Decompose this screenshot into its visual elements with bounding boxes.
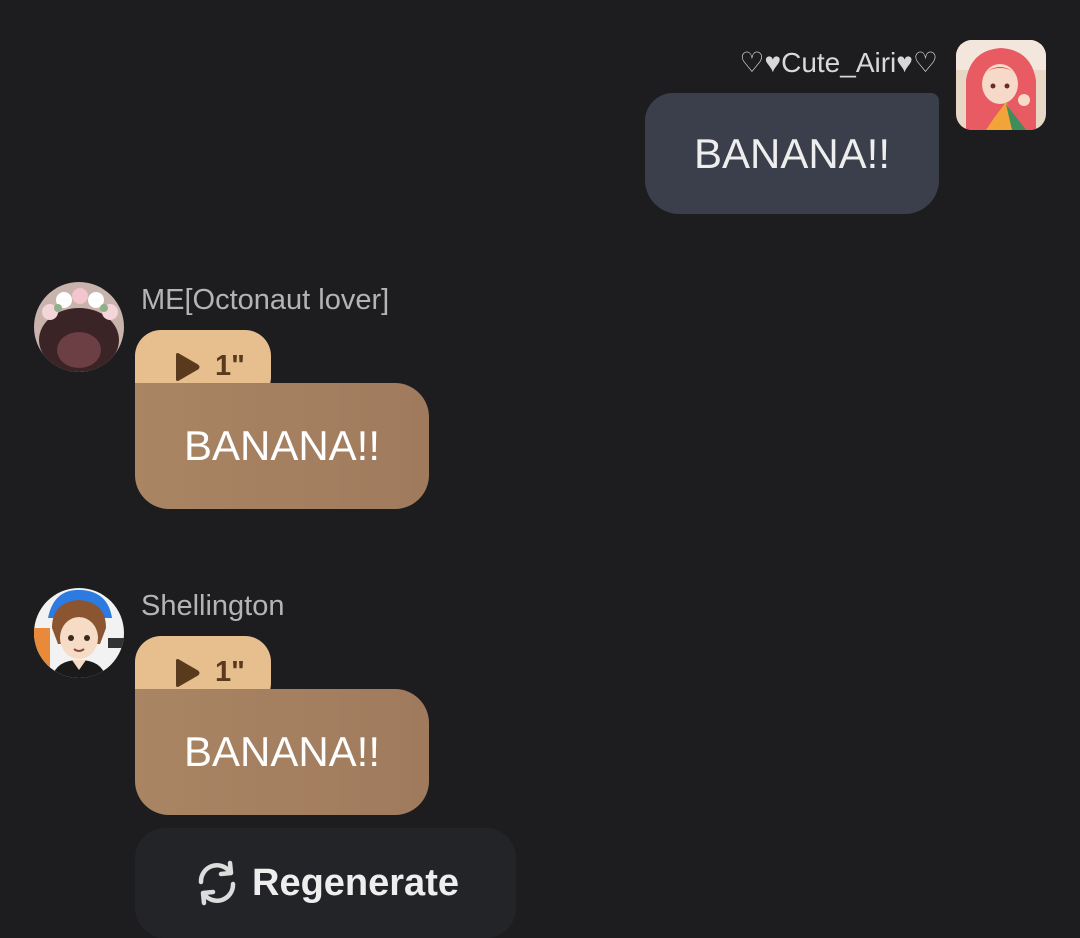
- incoming-message-bubble[interactable]: BANANA!!: [135, 383, 429, 509]
- outgoing-message-bubble[interactable]: BANANA!!: [645, 93, 939, 214]
- character-name: Shellington: [141, 590, 285, 622]
- incoming-message-bubble[interactable]: BANANA!!: [135, 689, 429, 815]
- voice-duration: 1": [215, 656, 245, 688]
- play-icon: [176, 658, 200, 687]
- character-avatar[interactable]: [34, 282, 124, 372]
- voice-duration: 1": [215, 350, 245, 382]
- character-avatar[interactable]: [34, 588, 124, 678]
- flower-crown-avatar-icon: [34, 282, 124, 372]
- user-avatar[interactable]: [956, 40, 1046, 130]
- user-name: ♡♥Cute_Airi♥♡: [739, 47, 938, 78]
- play-icon: [176, 352, 200, 381]
- regenerate-label: Regenerate: [252, 862, 459, 904]
- regenerate-button[interactable]: Regenerate: [135, 828, 516, 938]
- anime-boy-avatar-icon: [34, 588, 124, 678]
- anime-girl-avatar-icon: [956, 40, 1046, 130]
- refresh-icon: [198, 860, 236, 906]
- character-name: ME[Octonaut lover]: [141, 284, 390, 316]
